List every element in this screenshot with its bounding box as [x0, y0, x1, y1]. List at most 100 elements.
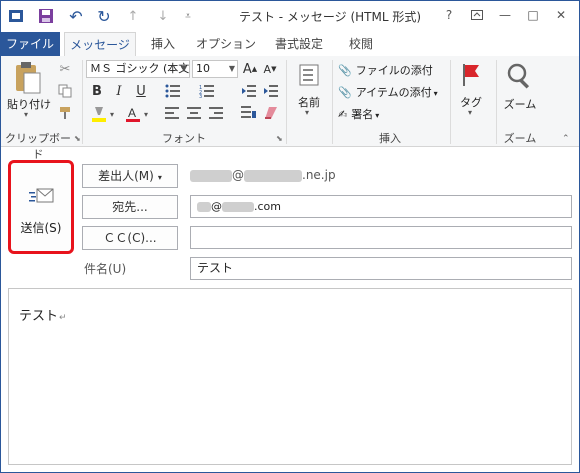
format-painter-icon[interactable] — [56, 104, 74, 122]
align-center-icon[interactable] — [186, 104, 202, 122]
to-at: @ — [211, 200, 222, 213]
tab-file[interactable]: ファイル — [0, 32, 60, 56]
chevron-down-icon[interactable]: ▾ — [110, 110, 114, 119]
font-size-select[interactable]: 10 ▼ — [192, 60, 238, 78]
redacted-block — [197, 201, 211, 212]
paragraph-mark: ↵ — [59, 313, 67, 323]
ribbon-display-button[interactable] — [466, 4, 488, 26]
bullets-icon[interactable] — [164, 82, 182, 100]
tab-insert[interactable]: 挿入 — [140, 32, 186, 56]
font-name-select[interactable]: ＭＳ ゴシック (本文 ▼ — [86, 60, 190, 78]
separator — [332, 60, 333, 144]
font-size-value: 10 — [196, 62, 210, 75]
flag-icon[interactable] — [456, 60, 486, 90]
highlight-icon[interactable] — [88, 104, 110, 124]
tab-message[interactable]: メッセージ — [64, 32, 136, 58]
increase-indent-icon[interactable] — [262, 82, 280, 100]
to-domain: .com — [254, 200, 281, 213]
bold-button[interactable]: B — [88, 82, 106, 100]
paperclip-icon: 📎 — [338, 86, 352, 99]
chevron-down-icon[interactable]: ▾ — [468, 108, 472, 117]
cc-button[interactable]: ＣＣ(C)... — [82, 226, 178, 250]
clipboard-group-label: クリップボード — [5, 132, 71, 161]
attach-file-button[interactable]: 📎 ファイルの添付 — [338, 62, 448, 78]
chevron-down-icon: ▾ — [375, 111, 380, 120]
title-bar: ↶ ↻ ↑ ↓ ⩡ テスト - メッセージ (HTML 形式) ? — □ ✕ — [0, 0, 580, 32]
subject-field[interactable]: テスト — [190, 257, 572, 280]
message-body[interactable]: テスト↵ — [8, 288, 572, 465]
paperclip-icon: 📎 — [338, 64, 352, 77]
font-name-value: ＭＳ ゴシック (本文 — [90, 62, 190, 75]
from-at: @ — [232, 168, 244, 182]
shrink-font-label: A — [263, 62, 272, 76]
chevron-down-icon: ▾ — [433, 89, 438, 98]
tab-review[interactable]: 校閲 — [338, 32, 384, 56]
chevron-down-icon: ▾ — [157, 173, 162, 182]
signature-button[interactable]: ✍ 署名 ▾ — [338, 106, 448, 122]
tab-options[interactable]: オプション — [192, 32, 260, 56]
zoom-group-label: ズーム — [503, 132, 537, 145]
italic-button[interactable]: I — [110, 82, 128, 100]
close-button[interactable]: ✕ — [550, 4, 572, 26]
chevron-down-icon[interactable]: ▾ — [305, 108, 309, 117]
chevron-down-icon: ▼ — [228, 64, 235, 73]
send-button[interactable]: 送信(S) — [8, 160, 74, 254]
ribbon: 貼り付け ▾ ✂ クリップボード ⬊ ＭＳ ゴシック (本文 ▼ 10 ▼ A ▲… — [0, 56, 580, 161]
decrease-indent-icon[interactable] — [240, 82, 258, 100]
cut-icon[interactable]: ✂ — [56, 60, 74, 78]
collapse-ribbon-icon[interactable]: ⌃ — [562, 134, 570, 144]
attach-file-label: ファイルの添付 — [355, 64, 433, 77]
to-button[interactable]: 宛先... — [82, 195, 178, 219]
clear-formatting-icon[interactable] — [262, 104, 280, 122]
attach-item-label: アイテムの添付 — [355, 86, 432, 99]
ribbon-tabs: ファイル メッセージ 挿入 オプション 書式設定 校閲 — [0, 32, 580, 58]
paste-icon[interactable] — [6, 60, 50, 96]
paste-button[interactable]: 貼り付け — [6, 96, 52, 112]
tab-format[interactable]: 書式設定 — [266, 32, 332, 56]
font-launcher-icon[interactable]: ⬊ — [276, 134, 283, 143]
zoom-icon[interactable] — [504, 60, 536, 92]
separator — [286, 60, 287, 144]
grow-font-label: A — [242, 61, 252, 77]
numbering-icon[interactable]: 123 — [198, 82, 216, 100]
address-book-icon[interactable] — [294, 60, 324, 90]
separator — [82, 60, 83, 144]
maximize-button[interactable]: □ — [522, 4, 544, 26]
help-button[interactable]: ? — [438, 4, 460, 26]
align-right-icon[interactable] — [208, 104, 224, 122]
body-content: テスト — [19, 309, 59, 324]
copy-icon[interactable] — [56, 82, 74, 100]
redacted-block — [244, 169, 302, 182]
shrink-font-button[interactable]: A ▼ — [262, 60, 278, 78]
from-button[interactable]: 差出人(M) ▾ — [82, 164, 178, 188]
font-group-label: フォント — [162, 132, 206, 145]
insert-group-label: 挿入 — [379, 132, 401, 145]
styles-icon[interactable] — [240, 104, 258, 122]
chevron-down-icon: ▼ — [180, 64, 187, 73]
signature-label: 署名 — [351, 108, 374, 121]
clipboard-launcher-icon[interactable]: ⬊ — [74, 134, 81, 143]
separator — [496, 60, 497, 144]
font-color-icon[interactable]: A — [122, 104, 144, 124]
redacted-block — [190, 169, 232, 182]
cc-field[interactable] — [190, 226, 572, 249]
align-left-icon[interactable] — [164, 104, 180, 122]
highlight-color-bar — [92, 118, 106, 122]
from-button-label: 差出人(M) — [98, 169, 154, 183]
underline-button[interactable]: U — [132, 82, 150, 100]
outlook-logo-icon — [8, 8, 24, 24]
signature-icon: ✍ — [338, 108, 348, 121]
attach-item-button[interactable]: 📎 アイテムの添付 ▾ — [338, 84, 448, 100]
body-text: テスト↵ — [19, 305, 67, 324]
grow-font-button[interactable]: A ▲ — [242, 60, 258, 78]
paste-dropdown-icon[interactable]: ▾ — [24, 110, 28, 119]
svg-text:3: 3 — [199, 94, 202, 98]
from-domain: .ne.jp — [302, 168, 336, 182]
svg-text:A: A — [128, 106, 136, 120]
separator — [450, 60, 451, 144]
send-label: 送信(S) — [20, 221, 62, 235]
to-field[interactable]: @ .com — [190, 195, 572, 218]
minimize-button[interactable]: — — [494, 4, 516, 26]
chevron-down-icon[interactable]: ▾ — [144, 110, 148, 119]
zoom-button[interactable]: ズーム — [498, 96, 542, 112]
